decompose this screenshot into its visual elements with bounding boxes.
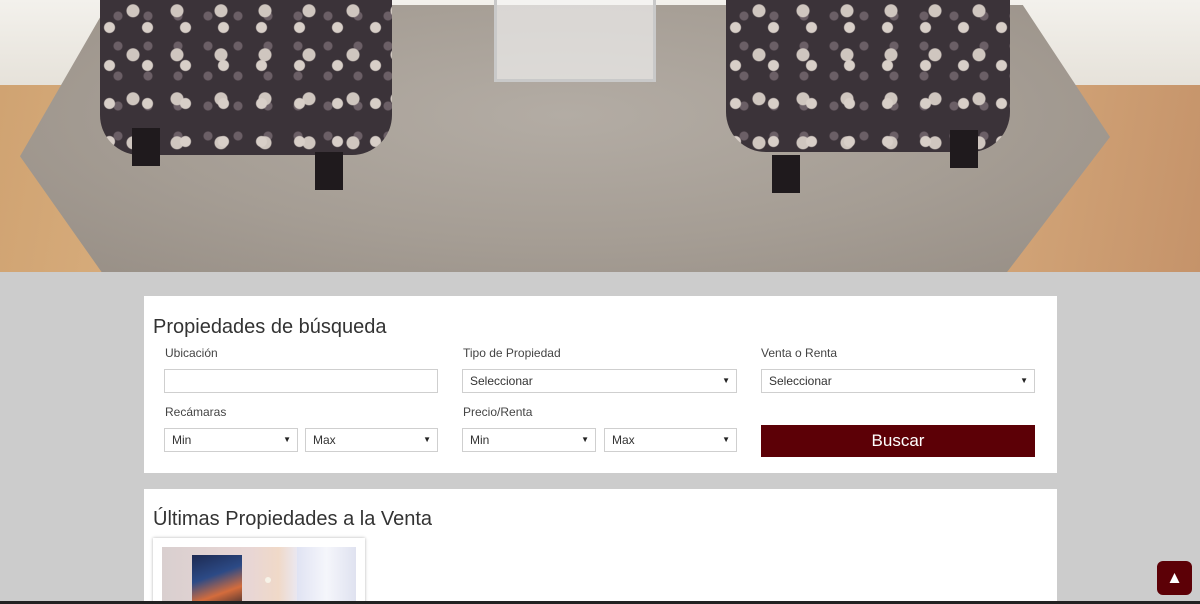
card-curtain <box>297 547 356 604</box>
hero-armchair-leg <box>315 152 343 190</box>
hero-armchair-leg <box>772 155 800 193</box>
price-max-select[interactable]: Max ▼ <box>604 428 737 452</box>
arrow-up-icon: ▲ <box>1166 568 1183 587</box>
price-label: Precio/Renta <box>463 405 533 419</box>
chevron-down-icon: ▼ <box>722 435 730 444</box>
search-panel: Propiedades de búsqueda Ubicación Tipo d… <box>144 296 1057 473</box>
chevron-down-icon: ▼ <box>423 435 431 444</box>
sale-or-rent-value: Seleccionar <box>769 374 832 388</box>
location-input[interactable] <box>164 369 438 393</box>
chevron-down-icon: ▼ <box>1020 376 1028 385</box>
hero-armchair-leg <box>132 128 160 166</box>
property-type-value: Seleccionar <box>470 374 533 388</box>
price-max-value: Max <box>612 433 635 447</box>
sale-or-rent-label: Venta o Renta <box>761 346 838 360</box>
back-to-top-button[interactable]: ▲ <box>1157 561 1192 595</box>
property-type-select[interactable]: Seleccionar ▼ <box>462 369 737 393</box>
chevron-down-icon: ▼ <box>722 376 730 385</box>
price-min-select[interactable]: Min ▼ <box>462 428 596 452</box>
hero-glass-table <box>494 0 656 82</box>
bedrooms-max-select[interactable]: Max ▼ <box>305 428 438 452</box>
latest-properties-title: Últimas Propiedades a la Venta <box>153 508 433 530</box>
price-min-value: Min <box>470 433 490 447</box>
sale-or-rent-select[interactable]: Seleccionar ▼ <box>761 369 1035 393</box>
property-card-image[interactable] <box>162 547 356 604</box>
property-card[interactable] <box>153 538 365 604</box>
hero-image <box>0 0 1200 272</box>
search-button[interactable]: Buscar <box>761 425 1035 457</box>
card-painting <box>192 555 242 604</box>
chevron-down-icon: ▼ <box>283 435 291 444</box>
location-label: Ubicación <box>165 346 218 360</box>
bedrooms-min-value: Min <box>172 433 192 447</box>
hero-armchair-leg <box>950 130 978 168</box>
bedrooms-min-select[interactable]: Min ▼ <box>164 428 298 452</box>
bedrooms-label: Recámaras <box>165 405 227 419</box>
search-panel-title: Propiedades de búsqueda <box>153 316 387 338</box>
card-lamp <box>265 577 271 583</box>
latest-properties-panel: Últimas Propiedades a la Venta <box>144 489 1057 604</box>
chevron-down-icon: ▼ <box>581 435 589 444</box>
bedrooms-max-value: Max <box>313 433 336 447</box>
property-type-label: Tipo de Propiedad <box>463 346 561 360</box>
